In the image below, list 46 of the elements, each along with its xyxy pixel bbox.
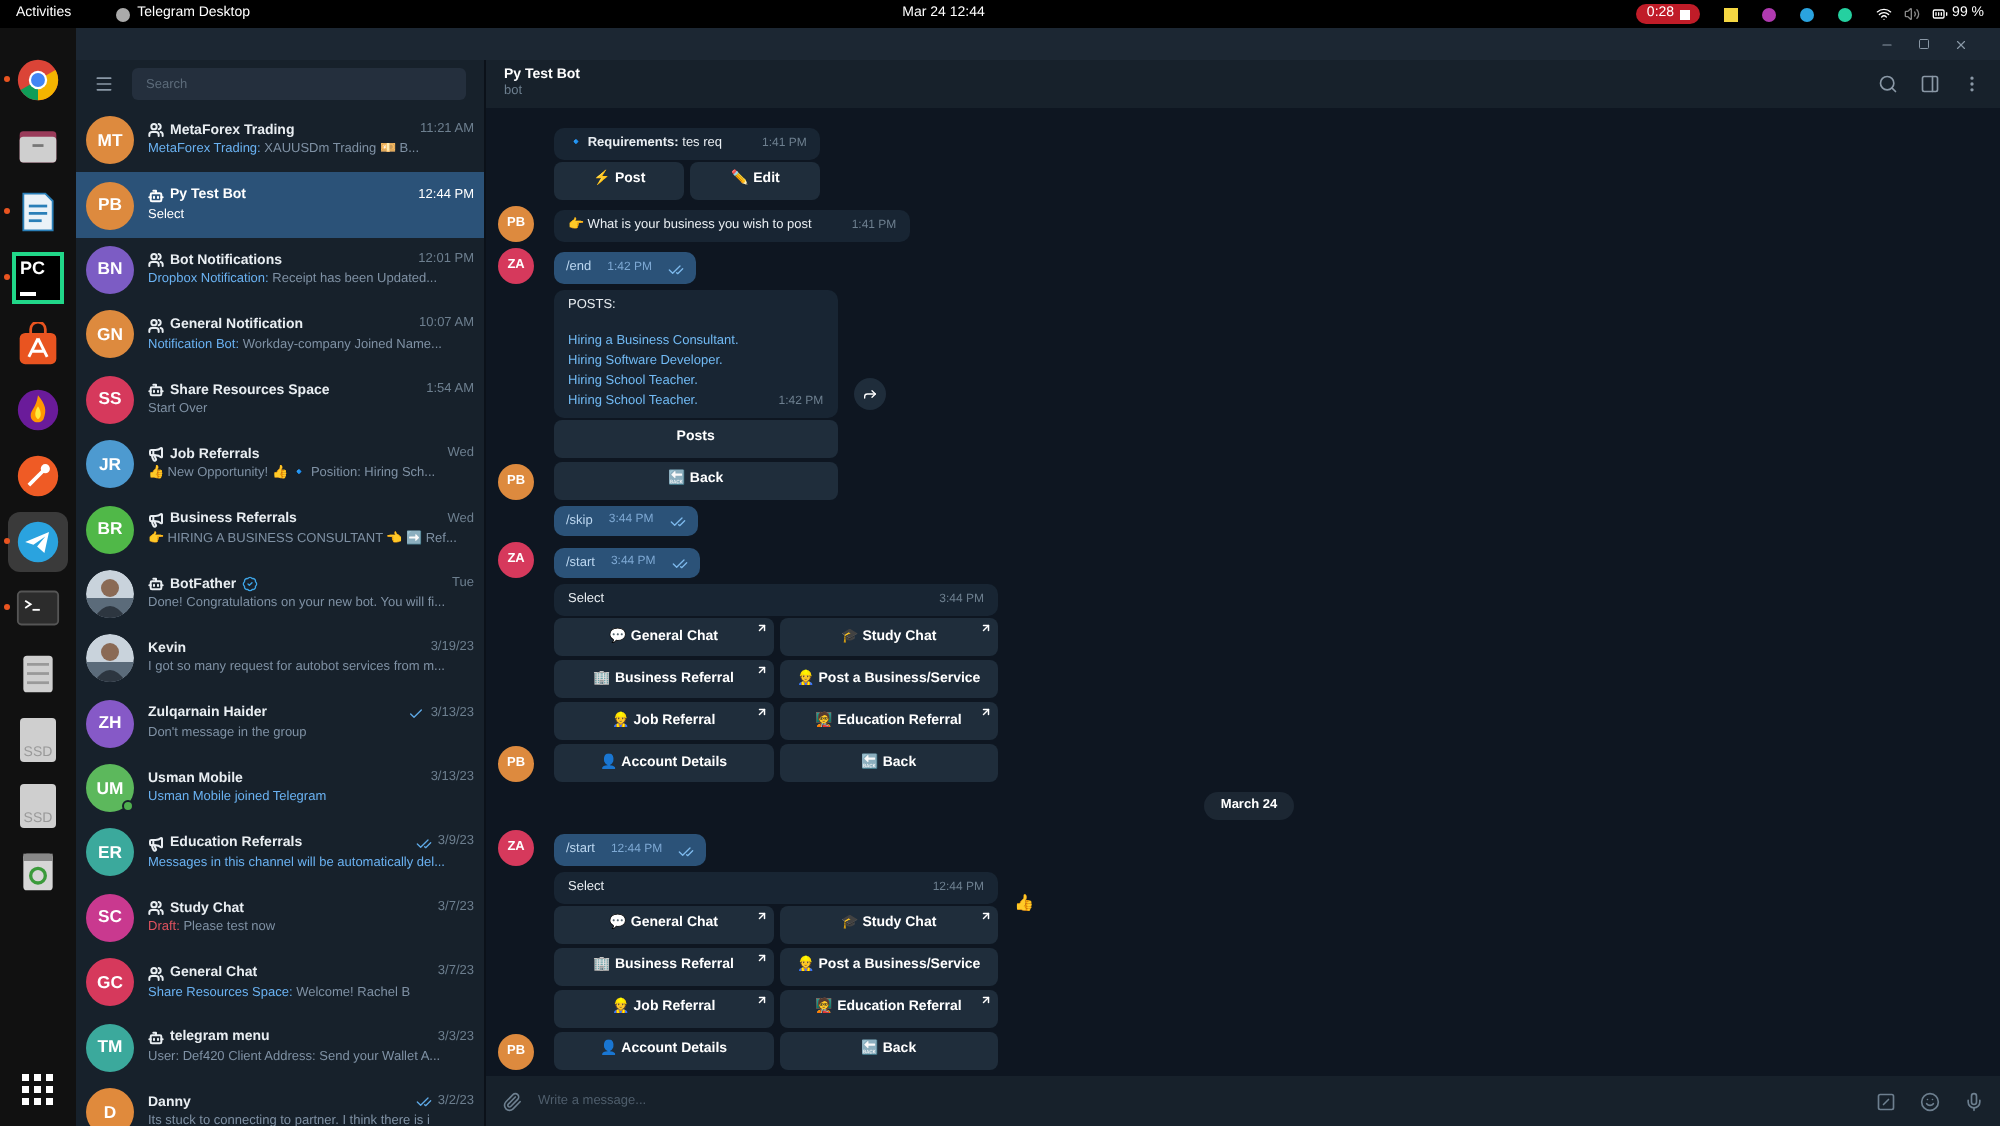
avatar: MT <box>86 116 134 165</box>
bot-icon <box>148 1029 164 1046</box>
sidebar-icon[interactable] <box>1920 74 1940 94</box>
avatar: BR <box>86 505 134 554</box>
share-icon <box>861 386 878 402</box>
app-icon <box>115 7 130 21</box>
bot-icon <box>148 187 164 204</box>
avatar: UM <box>86 764 134 813</box>
avatar: GC <box>86 958 134 1007</box>
emoji-icon[interactable] <box>1920 1091 1940 1111</box>
avatar: ER <box>86 828 134 877</box>
group-icon <box>148 252 164 269</box>
group-icon <box>148 122 164 139</box>
avatar: D <box>86 1088 134 1126</box>
group-icon <box>148 900 164 917</box>
close-icon[interactable] <box>1954 37 1968 51</box>
volume-icon[interactable] <box>1904 6 1921 22</box>
command-icon[interactable] <box>1876 1091 1896 1111</box>
megaphone-icon <box>148 511 164 528</box>
megaphone-icon <box>148 835 164 852</box>
avatar: GN <box>86 310 134 359</box>
avatar: ZH <box>86 699 134 748</box>
wifi-icon[interactable] <box>1876 6 1893 22</box>
mic-icon[interactable] <box>1964 1091 1984 1111</box>
avatar: PB <box>86 181 134 230</box>
avatar: SS <box>86 375 134 424</box>
tray-icon[interactable] <box>1838 7 1853 21</box>
bot-icon <box>148 382 164 398</box>
share-button[interactable] <box>853 378 886 410</box>
app-grid-icon[interactable] <box>22 1074 54 1106</box>
battery-icon[interactable] <box>1932 6 1949 22</box>
maximize-icon[interactable] <box>1918 38 1930 50</box>
menu-icon[interactable] <box>94 74 114 94</box>
group-icon <box>148 965 164 982</box>
reaction[interactable]: 👍 <box>1014 872 1034 916</box>
avatar: SC <box>86 893 134 942</box>
avatar: JR <box>86 440 134 489</box>
avatar: BN <box>86 245 134 294</box>
attach-icon[interactable] <box>502 1091 522 1111</box>
megaphone-icon <box>148 446 164 463</box>
group-icon <box>148 317 164 334</box>
bot-icon <box>148 576 164 593</box>
tray-icon[interactable] <box>1800 7 1815 21</box>
note-icon[interactable] <box>1724 7 1739 21</box>
search-icon[interactable] <box>1878 74 1898 94</box>
avatar: TM <box>86 1023 134 1072</box>
